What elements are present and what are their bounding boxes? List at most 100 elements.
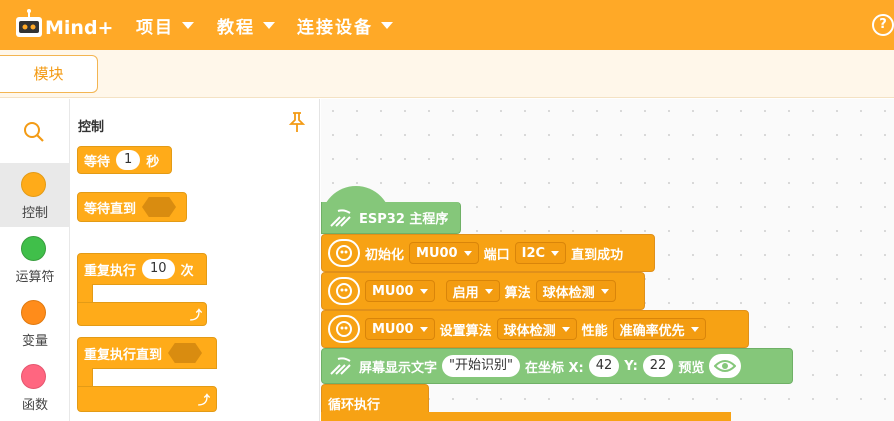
wait-label: 等待 (84, 154, 111, 170)
init-device-value: MU00 (416, 245, 458, 261)
tab-bar: 模块 (0, 50, 894, 98)
category-variables-label: 变量 (21, 334, 48, 349)
init-suffix-label: 直到成功 (571, 247, 624, 263)
category-operators-label: 运算符 (15, 270, 55, 285)
setalgo-perf-dropdown[interactable]: 准确率优先 (612, 318, 706, 340)
chevron-down-icon (484, 288, 493, 294)
menu-project-label: 项目 (136, 17, 174, 38)
operators-dot-icon (21, 236, 46, 261)
repeat-count-input[interactable]: 10 (142, 259, 175, 279)
chevron-down-icon (263, 21, 275, 29)
loop-label: 循环执行 (328, 397, 381, 413)
wait-until-block[interactable]: 等待直到 (77, 192, 187, 222)
init-block[interactable]: 初始化 MU00 端口 I2C 直到成功 (321, 234, 655, 272)
setalgo-label: 设置算法 (439, 323, 492, 339)
category-sidebar: 控制 运算符 变量 函数 (0, 99, 70, 421)
init-port-value: I2C (521, 245, 546, 261)
enable-algo-label: 算法 (504, 285, 531, 301)
enable-mode-value: 启用 (452, 285, 479, 301)
loop-inner-block-edge (321, 412, 731, 421)
pin-icon[interactable] (287, 111, 307, 133)
enable-algo-value: 球体检测 (542, 285, 595, 301)
init-port-label: 端口 (483, 247, 510, 263)
setalgo-perf-label: 性能 (581, 323, 608, 339)
block-flyout: 控制 等待 1 秒 等待直到 重复执行 10 次 ⤴ 重复执行直到 ⤴ (71, 99, 320, 421)
display-x-input[interactable]: 42 (588, 355, 620, 377)
chevron-down-icon (600, 288, 609, 294)
wait-unit: 秒 (146, 154, 160, 170)
screen-display-block[interactable]: 屏幕显示文字 "开始识别" 在坐标 X: 42 Y: 22 预览 (321, 348, 793, 384)
camera-module-icon (328, 277, 360, 305)
menu-tutorial-label: 教程 (217, 17, 255, 38)
control-dot-icon (21, 172, 46, 197)
category-control[interactable]: 控制 (0, 163, 70, 227)
display-y-label: Y: (624, 358, 638, 374)
init-device-dropdown[interactable]: MU00 (409, 242, 479, 264)
setalgo-algo-value: 球体检测 (503, 323, 556, 339)
eye-icon[interactable] (709, 354, 742, 378)
enable-algorithm-block[interactable]: MU00 启用 算法 球体检测 (321, 272, 645, 310)
category-operators[interactable]: 运算符 (0, 227, 70, 291)
loop-arrow-icon: ⤴ (190, 308, 203, 322)
init-port-dropdown[interactable]: I2C (514, 242, 567, 264)
category-variables[interactable]: 变量 (0, 291, 70, 355)
enable-device-dropdown[interactable]: MU00 (365, 280, 435, 302)
category-control-label: 控制 (21, 206, 48, 221)
init-label: 初始化 (365, 247, 405, 263)
camera-module-icon (328, 315, 360, 343)
condition-slot[interactable] (142, 197, 177, 217)
flyout-title: 控制 (78, 120, 105, 135)
display-y-input[interactable]: 22 (642, 355, 674, 377)
esp32-main-block[interactable]: ESP32 主程序 (321, 202, 461, 234)
help-icon[interactable]: ? (872, 14, 894, 36)
repeat-unit: 次 (180, 263, 194, 279)
menu-connect-device[interactable]: 连接设备 (297, 0, 393, 50)
category-search[interactable] (0, 99, 70, 163)
display-text-input[interactable]: "开始识别" (442, 355, 520, 377)
repeat-block[interactable]: 重复执行 10 次 (77, 253, 207, 285)
variables-dot-icon (21, 300, 46, 325)
condition-slot[interactable] (168, 343, 203, 363)
chevron-down-icon (381, 21, 393, 29)
loop-arrow-icon: ⤴ (198, 393, 211, 407)
repeat-until-label: 重复执行直到 (84, 347, 163, 363)
functions-dot-icon (21, 364, 46, 389)
setalgo-device-dropdown[interactable]: MU00 (365, 318, 435, 340)
chevron-down-icon (419, 326, 428, 332)
menu-project[interactable]: 项目 (136, 0, 194, 50)
enable-algo-dropdown[interactable]: 球体检测 (535, 280, 616, 302)
board-icon (330, 357, 351, 375)
chevron-down-icon (690, 326, 699, 332)
repeat-label: 重复执行 (84, 263, 137, 279)
mindplus-logo[interactable]: Mind+ (14, 8, 116, 42)
wait-until-label: 等待直到 (84, 201, 137, 217)
wait-seconds-input[interactable]: 1 (116, 150, 141, 170)
chevron-down-icon (182, 21, 194, 29)
board-icon (330, 208, 351, 227)
repeat-block-arm (77, 284, 93, 304)
display-label: 屏幕显示文字 (359, 360, 438, 376)
repeat-until-block[interactable]: 重复执行直到 (77, 337, 217, 369)
display-preview-label: 预览 (678, 360, 705, 376)
repeat-until-block-footer: ⤴ (77, 386, 217, 412)
category-functions[interactable]: 函数 (0, 355, 70, 419)
repeat-block-footer: ⤴ (77, 302, 207, 326)
set-algorithm-block[interactable]: MU00 设置算法 球体检测 性能 准确率优先 (321, 310, 749, 348)
category-functions-label: 函数 (21, 398, 48, 413)
setalgo-device-value: MU00 (372, 321, 414, 337)
chevron-down-icon (561, 326, 570, 332)
enable-mode-dropdown[interactable]: 启用 (445, 280, 500, 302)
wait-block[interactable]: 等待 1 秒 (77, 146, 172, 174)
menu-connect-device-label: 连接设备 (297, 17, 373, 38)
chevron-down-icon (419, 288, 428, 294)
tab-modules[interactable]: 模块 (0, 55, 98, 93)
chevron-down-icon (551, 250, 560, 256)
chevron-down-icon (463, 250, 472, 256)
svg-text:Mind+: Mind+ (45, 17, 113, 39)
search-icon (24, 122, 44, 142)
setalgo-algo-dropdown[interactable]: 球体检测 (496, 318, 577, 340)
esp32-main-label: ESP32 主程序 (359, 212, 449, 227)
top-bar: Mind+ 项目 教程 连接设备 ? (0, 0, 894, 50)
menu-tutorial[interactable]: 教程 (217, 0, 275, 50)
enable-device-value: MU00 (372, 283, 414, 299)
